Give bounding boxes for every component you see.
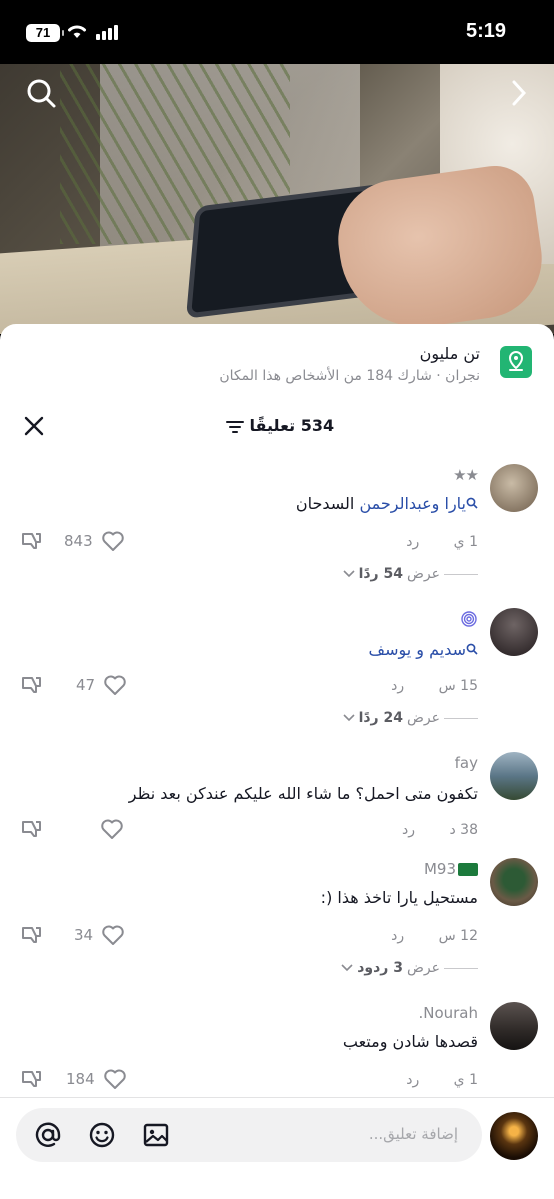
view-replies-button[interactable]: عرض 3 ردود (341, 960, 478, 976)
avatar[interactable] (490, 608, 538, 656)
search-icon[interactable] (24, 76, 58, 110)
clock: 5:19 (465, 20, 506, 42)
reply-button[interactable]: رد (406, 1072, 419, 1088)
comment-username[interactable]: fay (455, 754, 478, 772)
heart-icon (104, 675, 126, 695)
comment-text: تكفون متى احمل؟ ما شاء الله عليكم عندكن … (128, 784, 478, 803)
dislike-icon[interactable] (20, 818, 44, 842)
comments-sheet: تن مليون نجران · شارك 184 من الأشخاص هذا… (0, 324, 554, 1199)
comment-username[interactable]: M93 (424, 860, 478, 878)
comment-time: 12 س (438, 928, 478, 944)
comment-meta: 12 س رد (391, 928, 478, 944)
reply-button[interactable]: رد (402, 822, 415, 838)
dislike-icon[interactable] (20, 1068, 44, 1092)
comment-meta: 1 ي رد (406, 534, 478, 550)
comment-username[interactable]: ★★ (453, 466, 479, 484)
signal-icon (96, 25, 118, 40)
avatar[interactable] (490, 464, 538, 512)
like-count: 843 (64, 532, 93, 550)
heart-icon (101, 531, 124, 551)
like-count: 47 (76, 676, 96, 694)
location-title: تن مليون (419, 344, 480, 363)
comments-header: 534 تعليقًا (0, 406, 554, 446)
comment-count-label: 534 تعليقًا (249, 416, 335, 435)
comment-time: 38 د (449, 822, 478, 838)
heart-icon (103, 1069, 126, 1089)
comment-username[interactable]: Nourah. (418, 1004, 478, 1022)
avatar[interactable] (490, 858, 538, 906)
flag-icon (458, 863, 478, 876)
comment-text: مستحيل يارا تاخذ هذا (: (320, 888, 478, 907)
dislike-icon[interactable] (20, 924, 44, 948)
like-button[interactable]: 843 (64, 530, 125, 552)
comment-count[interactable]: 534 تعليقًا (0, 416, 554, 435)
comment-input-bar: إضافة تعليق... (0, 1097, 554, 1199)
view-replies-button[interactable]: عرض 24 ردًا (343, 710, 478, 726)
reply-button[interactable]: رد (391, 928, 404, 944)
reply-button[interactable]: رد (406, 534, 419, 550)
comment-time: 1 ي (453, 534, 478, 550)
search-icon (466, 497, 478, 509)
dislike-icon[interactable] (20, 530, 44, 554)
avatar[interactable] (490, 752, 538, 800)
comment-input-placeholder: إضافة تعليق... (368, 1125, 458, 1143)
like-count: 34 (74, 926, 94, 944)
mention-link[interactable]: يارا وعبدالرحمن (359, 494, 478, 513)
like-button[interactable]: 47 (76, 674, 127, 696)
comment-time: 1 ي (453, 1072, 478, 1088)
chevron-right-icon[interactable] (502, 76, 536, 110)
user-avatar[interactable] (490, 1112, 538, 1160)
like-button[interactable] (100, 818, 124, 840)
comment-input[interactable]: إضافة تعليق... (16, 1108, 482, 1162)
wifi-icon (68, 25, 86, 38)
comment-meta: 15 س رد (391, 678, 478, 694)
fingerprint-icon (461, 611, 477, 627)
like-count: 184 (66, 1070, 95, 1088)
comment-text: سديم و يوسف (369, 640, 479, 659)
like-button[interactable]: 34 (74, 924, 125, 946)
avatar[interactable] (490, 1002, 538, 1050)
location-pin-icon (500, 346, 532, 378)
comment-text: قصدها شادن ومتعب (342, 1032, 478, 1051)
status-bar: 71 5:19 (0, 0, 554, 64)
heart-icon (102, 925, 124, 945)
comment-meta: 1 ي رد (406, 1072, 478, 1088)
chevron-down-icon (343, 714, 355, 722)
view-replies-button[interactable]: عرض 54 ردًا (343, 566, 478, 582)
battery-indicator: 71 (26, 24, 64, 42)
video-frame[interactable] (0, 64, 554, 334)
sort-filter-icon (225, 420, 244, 433)
location-subtitle: نجران · شارك 184 من الأشخاص هذا المكان (219, 368, 480, 384)
dislike-icon[interactable] (20, 674, 44, 698)
mention-icon[interactable] (34, 1121, 62, 1149)
comment-meta: 38 د رد (402, 822, 478, 838)
comment-text: يارا وعبدالرحمن السدحان (296, 494, 478, 513)
chevron-down-icon (341, 964, 353, 972)
reply-button[interactable]: رد (391, 678, 404, 694)
chevron-down-icon (343, 570, 355, 578)
location-banner[interactable]: تن مليون نجران · شارك 184 من الأشخاص هذا… (12, 342, 532, 398)
like-button[interactable]: 184 (66, 1068, 127, 1090)
mention-link[interactable]: سديم و يوسف (369, 640, 479, 659)
heart-icon (101, 819, 123, 839)
emoji-icon[interactable] (88, 1121, 116, 1149)
comment-time: 15 س (438, 678, 478, 694)
image-icon[interactable] (142, 1121, 170, 1149)
search-icon (466, 643, 478, 655)
